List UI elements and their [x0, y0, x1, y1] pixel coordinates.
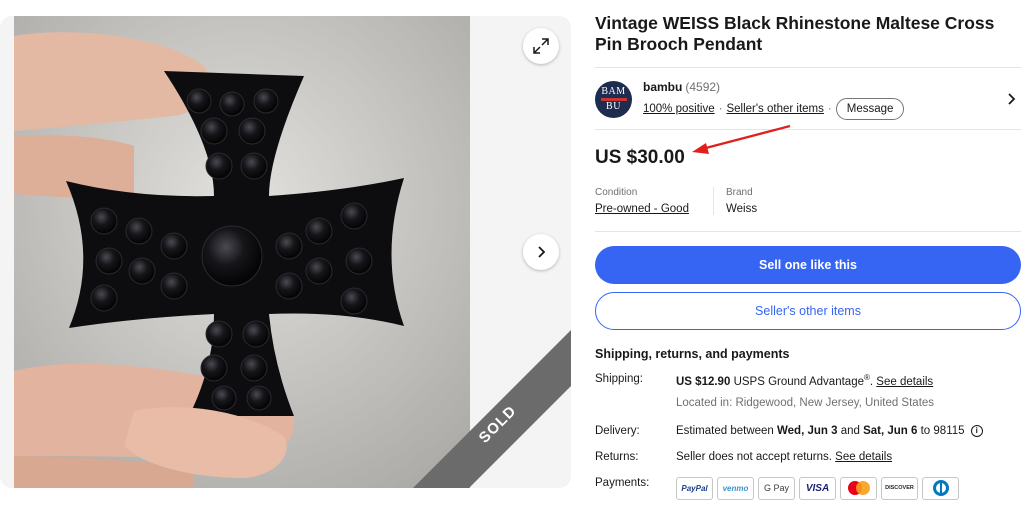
seller-name[interactable]: bambu — [643, 80, 682, 94]
avatar-text-bottom: BU — [606, 101, 621, 112]
red-arrow-annotation — [692, 124, 791, 154]
divider — [595, 231, 1021, 232]
shipping-row: Shipping: US $12.90 USPS Ground Advantag… — [595, 373, 1021, 409]
chevron-right-icon[interactable] — [1007, 92, 1017, 111]
positive-feedback-link[interactable]: 100% positive — [643, 103, 715, 115]
delivery-and: and — [837, 424, 864, 437]
visa-icon: VISA — [799, 476, 836, 500]
payments-row: Payments: PayPal venmo G Pay VISA DISCOV… — [595, 476, 1021, 500]
separator-dot: · — [718, 103, 723, 115]
venmo-icon: venmo — [717, 476, 754, 500]
seller-other-items-link[interactable]: Seller's other items — [726, 103, 823, 115]
seller-avatar[interactable]: BAM BU — [595, 81, 632, 118]
avatar-text-top: BAM — [601, 86, 626, 97]
item-details-panel: Vintage WEISS Black Rhinestone Maltese C… — [595, 13, 1021, 500]
payments-label: Payments: — [595, 476, 650, 489]
delivery-end: Sat, Jun 6 — [863, 424, 918, 437]
seller-card[interactable]: BAM BU bambu (4592) 100% positive · Selle… — [595, 67, 1021, 130]
info-icon[interactable]: i — [970, 424, 983, 437]
seller-name-line: bambu (4592) — [643, 80, 720, 94]
payment-methods: PayPal venmo G Pay VISA DISCOVER — [676, 476, 1021, 500]
sell-one-like-this-button[interactable]: Sell one like this — [595, 246, 1021, 284]
item-price: US $30.00 — [595, 147, 685, 168]
brand-label: Brand — [725, 187, 753, 198]
separator-dot: · — [827, 103, 832, 115]
shipping-see-details-link[interactable]: See details — [876, 376, 933, 388]
shipping-heading: Shipping, returns, and payments — [595, 347, 790, 361]
item-location: Located in: Ridgewood, New Jersey, Unite… — [676, 396, 935, 409]
returns-see-details-link[interactable]: See details — [835, 451, 892, 463]
message-button[interactable]: Message — [835, 98, 905, 120]
discover-icon: DISCOVER — [881, 476, 918, 500]
expand-icon — [533, 38, 549, 54]
shipping-service: USPS Ground Advantage — [733, 375, 864, 388]
condition-value[interactable]: Pre-owned - Good — [595, 203, 689, 215]
shipping-label: Shipping: — [595, 373, 643, 385]
mastercard-icon — [840, 476, 877, 500]
condition-label: Condition — [595, 187, 638, 198]
paypal-icon: PayPal — [676, 476, 713, 500]
sold-ribbon-label: SOLD — [475, 402, 520, 447]
delivery-start: Wed, Jun 3 — [777, 424, 838, 437]
returns-text: Seller does not accept returns. — [676, 450, 836, 463]
google-pay-icon: G Pay — [758, 476, 795, 500]
product-photo[interactable] — [14, 16, 470, 488]
returns-value: Seller does not accept returns. See deta… — [676, 451, 1021, 463]
delivery-prefix: Estimated between — [676, 424, 778, 437]
returns-label: Returns: — [595, 450, 639, 463]
delivery-suffix: to 98115 — [917, 424, 965, 437]
delivery-label: Delivery: — [595, 424, 640, 437]
brand-value: Weiss — [725, 203, 758, 215]
image-gallery: SOLD — [0, 16, 571, 488]
shipping-value: US $12.90 USPS Ground Advantage®. See de… — [676, 373, 1021, 409]
item-attributes: Condition Pre-owned - Good Brand Weiss — [595, 187, 1021, 215]
brand-attribute: Brand Weiss — [712, 187, 758, 215]
next-image-button[interactable] — [523, 234, 559, 270]
expand-image-button[interactable] — [523, 28, 559, 64]
diners-club-icon — [922, 476, 959, 500]
delivery-value: Estimated between Wed, Jun 3 and Sat, Ju… — [676, 424, 1021, 437]
chevron-right-icon — [538, 246, 546, 258]
item-title: Vintage WEISS Black Rhinestone Maltese C… — [595, 13, 995, 54]
seller-other-items-button[interactable]: Seller's other items — [595, 292, 1021, 330]
shipping-cost: US $12.90 — [676, 375, 731, 388]
returns-row: Returns: Seller does not accept returns.… — [595, 451, 1021, 463]
delivery-row: Delivery: Estimated between Wed, Jun 3 a… — [595, 424, 1021, 437]
seller-feedback-count: (4592) — [685, 80, 721, 94]
seller-links: 100% positive · Seller's other items · M… — [643, 98, 905, 120]
condition-attribute: Condition Pre-owned - Good — [595, 187, 689, 215]
